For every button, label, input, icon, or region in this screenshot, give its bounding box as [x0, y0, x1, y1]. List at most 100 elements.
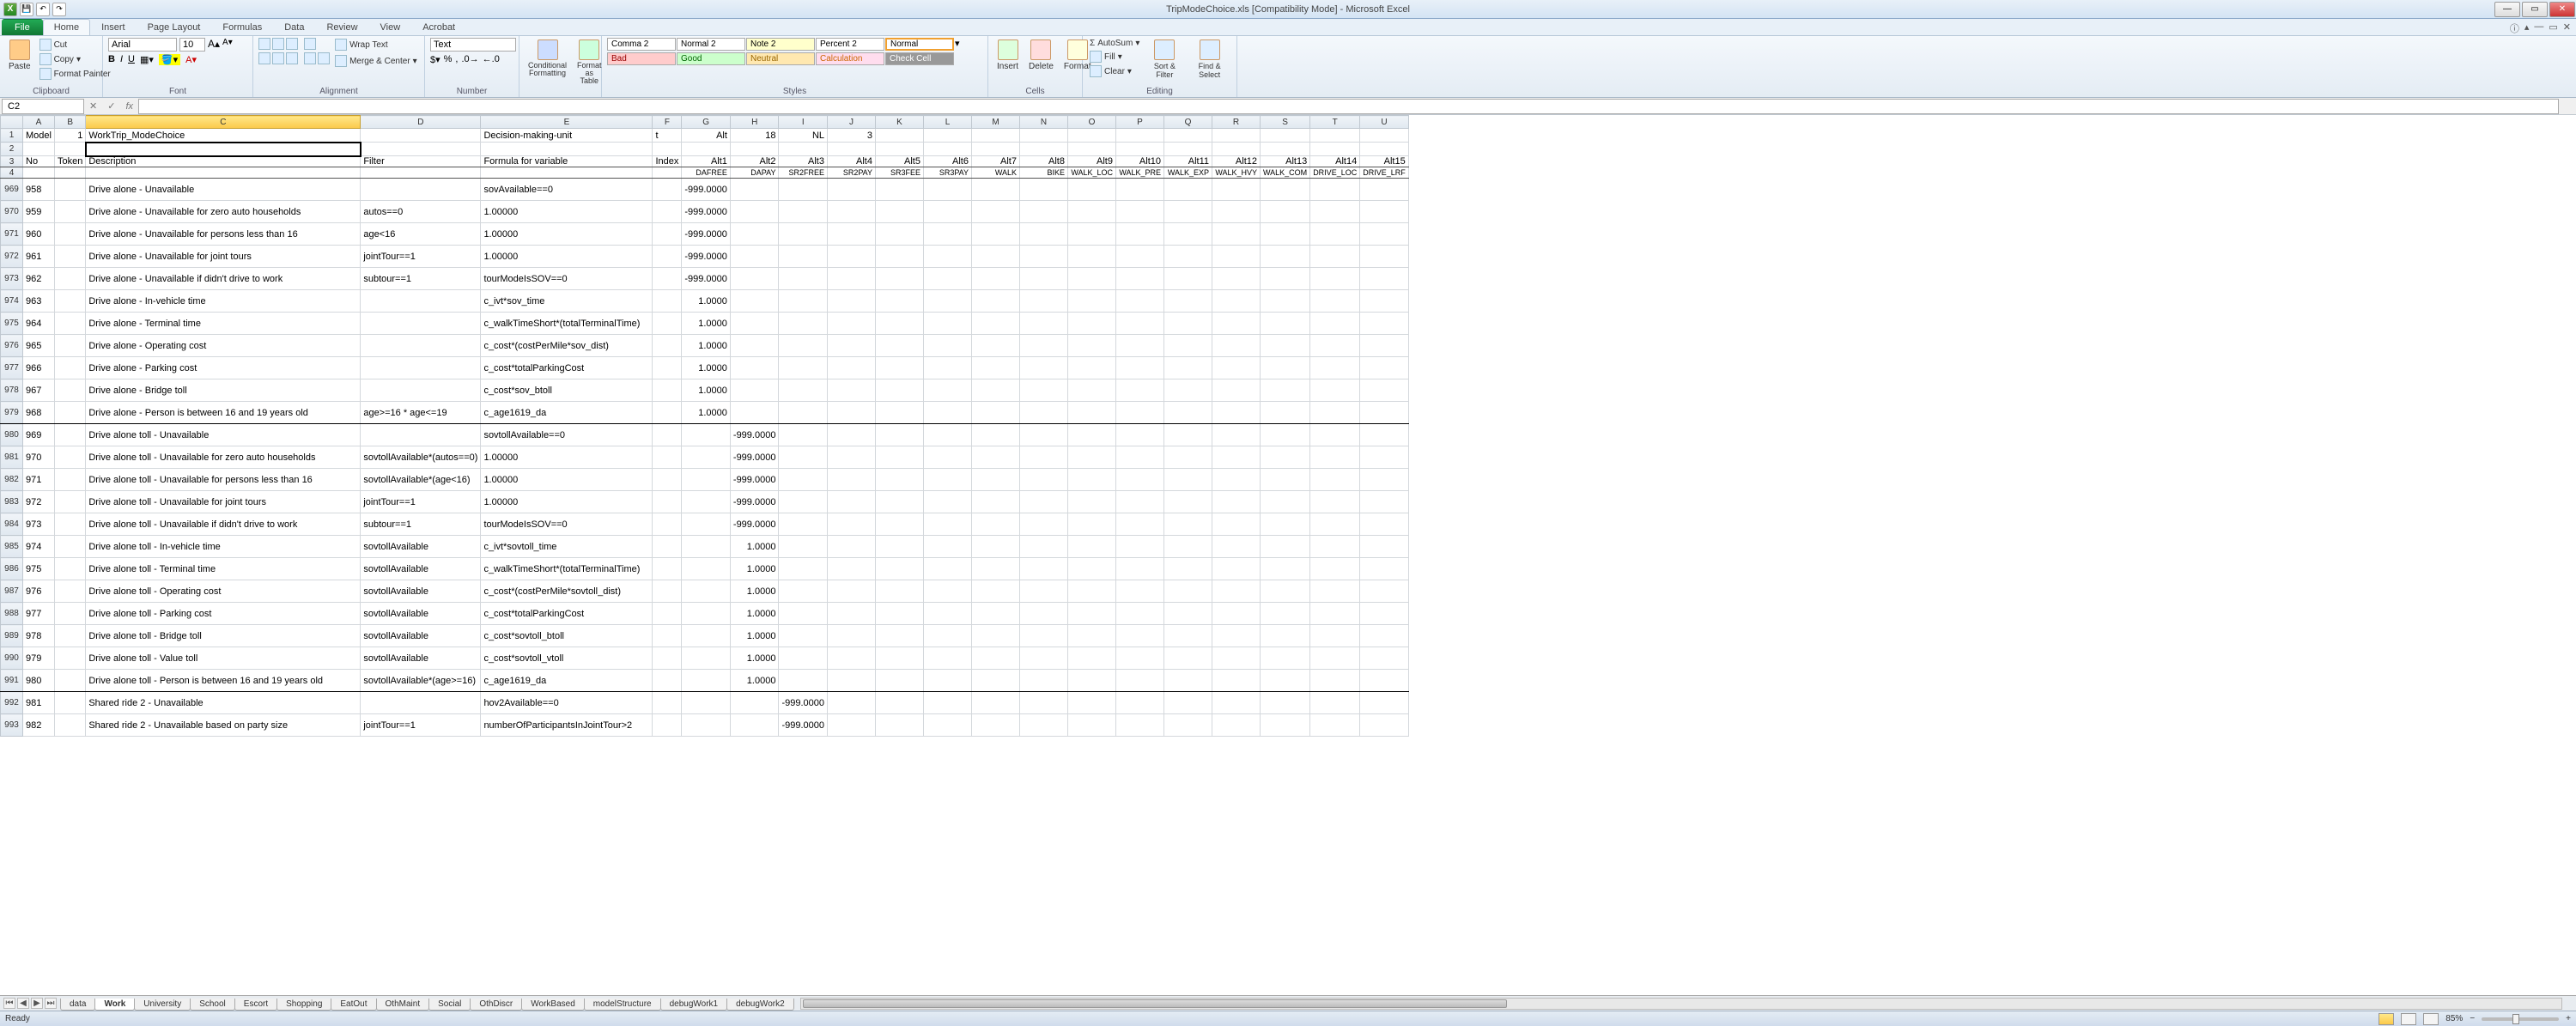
cell[interactable]: No — [23, 156, 55, 167]
cell[interactable] — [1068, 357, 1116, 379]
enter-formula-icon[interactable]: ✓ — [102, 100, 120, 112]
cell[interactable]: 980 — [23, 670, 55, 692]
cell[interactable] — [876, 335, 924, 357]
cell[interactable] — [1116, 536, 1164, 558]
cell[interactable] — [1020, 268, 1068, 290]
cell[interactable] — [1261, 469, 1310, 491]
cell[interactable]: 962 — [23, 268, 55, 290]
cell[interactable] — [481, 143, 653, 156]
row-header[interactable]: 992 — [1, 692, 23, 714]
cell[interactable]: Alt8 — [1020, 156, 1068, 167]
cell[interactable]: Drive alone - Parking cost — [86, 357, 361, 379]
cell[interactable]: age<16 — [361, 223, 481, 246]
cell[interactable] — [653, 179, 682, 201]
cell[interactable] — [779, 558, 828, 580]
save-icon[interactable]: 💾 — [20, 3, 33, 16]
cell[interactable]: 1.00000 — [481, 446, 653, 469]
cell[interactable]: 1.0000 — [730, 603, 779, 625]
cell[interactable]: 967 — [23, 379, 55, 402]
cell[interactable] — [54, 357, 85, 379]
tab-formulas[interactable]: Formulas — [211, 19, 273, 35]
cell[interactable]: sovtollAvailable==0 — [481, 424, 653, 446]
cell[interactable] — [1212, 143, 1261, 156]
cell[interactable] — [1068, 580, 1116, 603]
cell[interactable] — [924, 580, 972, 603]
cell[interactable] — [972, 491, 1020, 513]
cell[interactable] — [730, 268, 779, 290]
row-header[interactable]: 971 — [1, 223, 23, 246]
cell[interactable] — [54, 625, 85, 647]
cell[interactable]: Drive alone toll - Value toll — [86, 647, 361, 670]
indent-dec-icon[interactable] — [304, 52, 316, 64]
cell[interactable] — [54, 246, 85, 268]
cell[interactable]: Drive alone toll - Person is between 16 … — [86, 670, 361, 692]
cell[interactable] — [1020, 714, 1068, 737]
cell[interactable] — [1116, 379, 1164, 402]
cell[interactable] — [1310, 335, 1360, 357]
cell[interactable]: Drive alone - Unavailable if didn't driv… — [86, 268, 361, 290]
column-header[interactable]: G — [682, 116, 731, 129]
cell[interactable] — [1360, 223, 1409, 246]
cell[interactable] — [828, 313, 876, 335]
cell[interactable] — [361, 335, 481, 357]
cell[interactable] — [924, 402, 972, 424]
style-normal2[interactable]: Normal 2 — [677, 38, 745, 51]
cell[interactable] — [730, 290, 779, 313]
cell[interactable] — [1212, 129, 1261, 143]
cell[interactable] — [1164, 129, 1212, 143]
active-cell[interactable] — [86, 143, 361, 156]
cell[interactable]: 972 — [23, 491, 55, 513]
cell[interactable] — [1261, 714, 1310, 737]
cell[interactable] — [1360, 446, 1409, 469]
cell[interactable] — [1261, 513, 1310, 536]
cell[interactable] — [1020, 424, 1068, 446]
cell[interactable] — [1360, 402, 1409, 424]
column-header[interactable]: E — [481, 116, 653, 129]
column-header[interactable]: I — [779, 116, 828, 129]
cell[interactable] — [828, 670, 876, 692]
cell[interactable] — [1360, 625, 1409, 647]
cell[interactable] — [828, 179, 876, 201]
row-header[interactable]: 3 — [1, 156, 23, 167]
cell[interactable]: Drive alone toll - Unavailable if didn't… — [86, 513, 361, 536]
cell[interactable] — [779, 491, 828, 513]
cell[interactable] — [972, 670, 1020, 692]
cell[interactable] — [54, 469, 85, 491]
cell[interactable]: c_cost*(costPerMile*sovtoll_dist) — [481, 580, 653, 603]
cell[interactable]: 1.00000 — [481, 201, 653, 223]
cell[interactable] — [1068, 491, 1116, 513]
cell[interactable] — [1068, 335, 1116, 357]
cell[interactable] — [1020, 536, 1068, 558]
cell[interactable] — [876, 129, 924, 143]
cell[interactable] — [828, 402, 876, 424]
border-button[interactable]: ▦▾ — [140, 54, 154, 65]
cell[interactable] — [972, 290, 1020, 313]
cell[interactable] — [682, 424, 731, 446]
cell[interactable]: 973 — [23, 513, 55, 536]
cell[interactable]: 975 — [23, 558, 55, 580]
cell[interactable] — [86, 167, 361, 179]
cell[interactable] — [924, 491, 972, 513]
cell[interactable] — [682, 491, 731, 513]
cell[interactable] — [1360, 129, 1409, 143]
cell[interactable]: 978 — [23, 625, 55, 647]
cell[interactable] — [730, 201, 779, 223]
cell[interactable]: numberOfParticipantsInJointTour>2 — [481, 714, 653, 737]
worksheet-grid[interactable]: ABCDEFGHIJKLMNOPQRSTU1Model1WorkTrip_Mod… — [0, 115, 2576, 1011]
cell[interactable] — [653, 647, 682, 670]
cell[interactable] — [1164, 424, 1212, 446]
cell[interactable] — [653, 290, 682, 313]
cell[interactable]: -999.0000 — [682, 201, 731, 223]
cell[interactable] — [1360, 313, 1409, 335]
cell[interactable] — [1310, 290, 1360, 313]
cell[interactable] — [1212, 580, 1261, 603]
help-icon[interactable]: ⓘ — [2510, 21, 2519, 35]
row-header[interactable]: 4 — [1, 167, 23, 179]
cell[interactable]: 976 — [23, 580, 55, 603]
cell[interactable] — [876, 143, 924, 156]
cell[interactable] — [1068, 625, 1116, 647]
cell[interactable] — [1310, 670, 1360, 692]
cell[interactable] — [924, 446, 972, 469]
zoom-slider[interactable] — [2482, 1017, 2559, 1021]
cell[interactable] — [1020, 692, 1068, 714]
